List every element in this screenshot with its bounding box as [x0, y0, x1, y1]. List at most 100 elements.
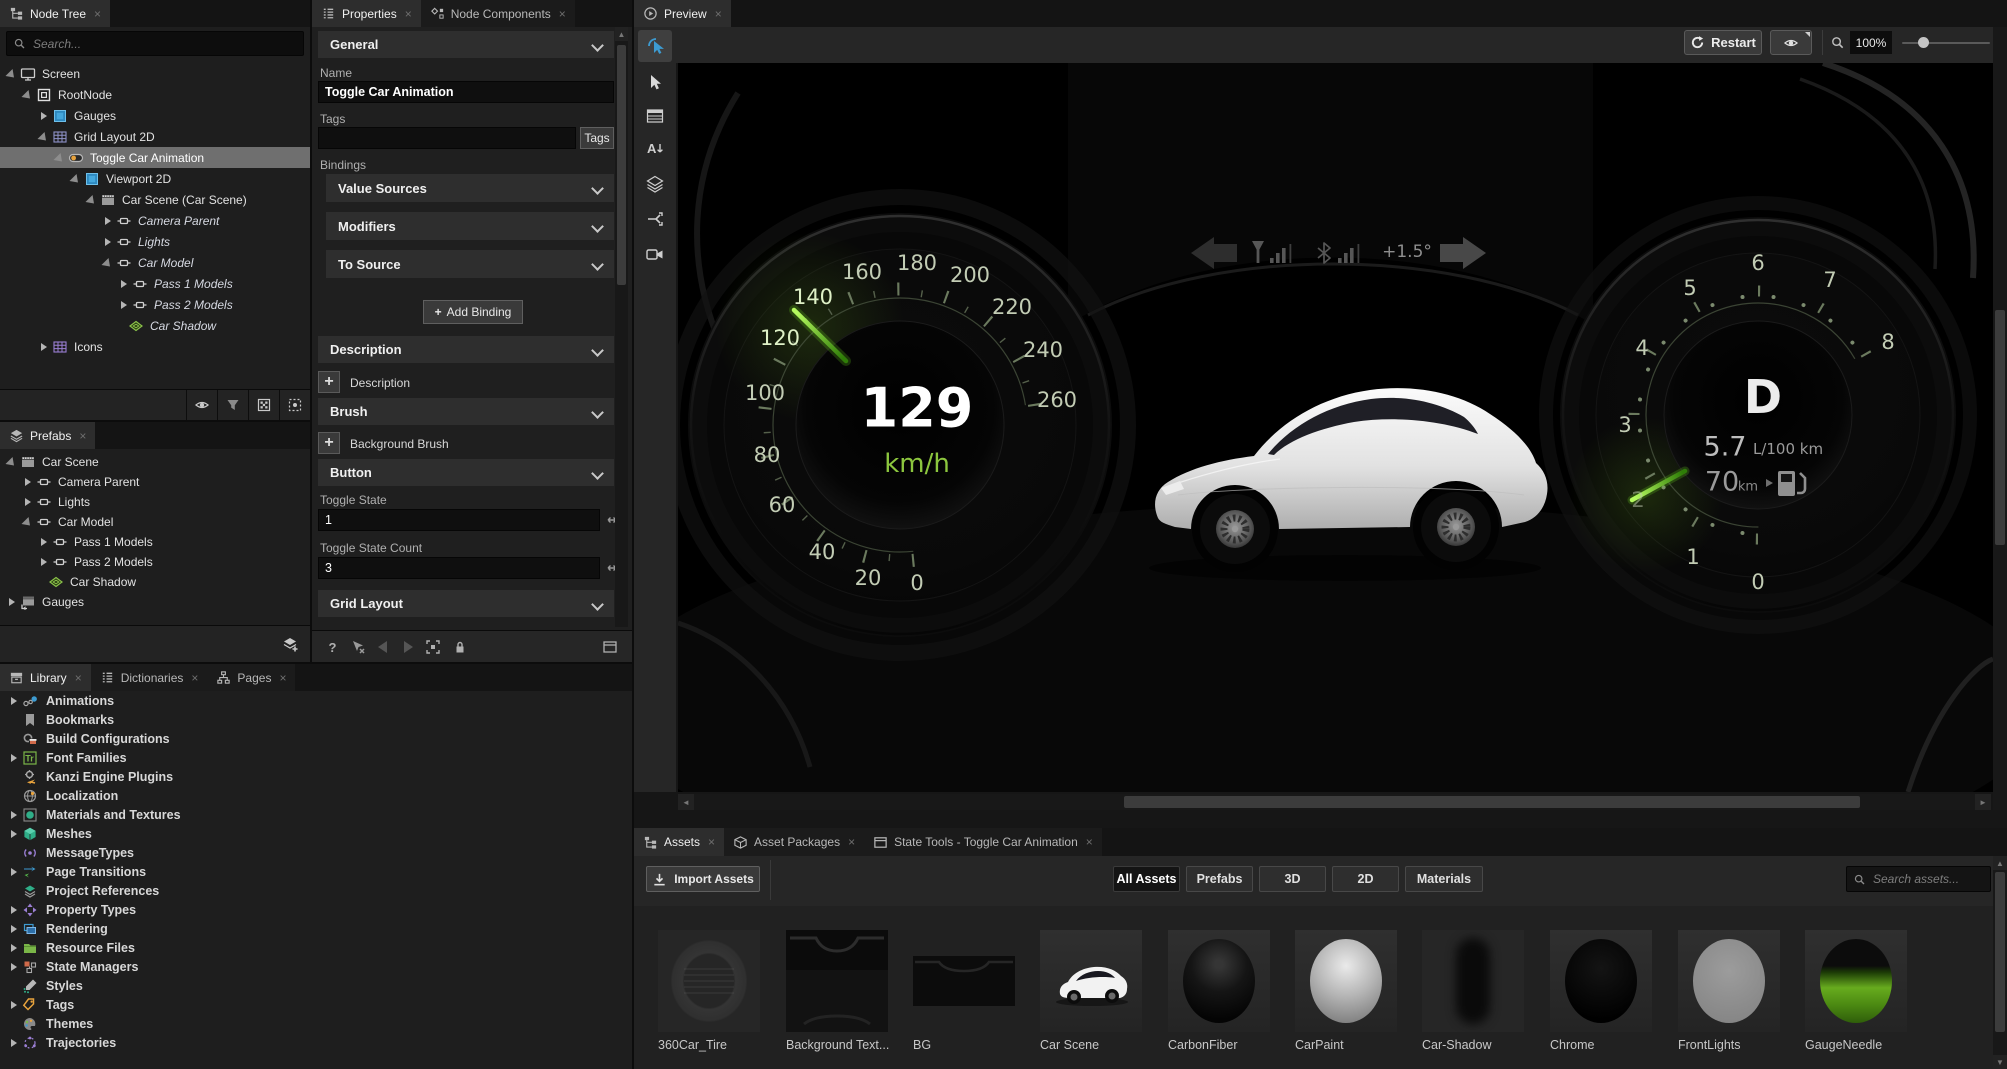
expander-icon[interactable] — [8, 752, 20, 764]
scroll-up-arrow[interactable]: ▲ — [1993, 856, 2007, 870]
tab-state-tools[interactable]: State Tools - Toggle Car Animation — [864, 828, 1102, 856]
section-description[interactable]: Description — [318, 336, 614, 363]
toggle-state-field[interactable] — [318, 509, 600, 531]
expander-icon[interactable] — [38, 536, 50, 548]
tab-properties[interactable]: Properties — [312, 0, 421, 27]
prefab-row-car-scene[interactable]: Car Scene — [0, 452, 310, 472]
asset-thumb-carbonfiber[interactable] — [1168, 930, 1270, 1032]
assets-search-input[interactable] — [1871, 871, 1984, 887]
expander-icon[interactable] — [8, 866, 20, 878]
tab-node-components[interactable]: Node Components — [421, 0, 575, 27]
tree-row-gauges[interactable]: Gauges — [0, 105, 310, 126]
expander-icon[interactable] — [8, 999, 20, 1011]
show-hide-button[interactable] — [186, 390, 217, 420]
expander-icon[interactable] — [8, 904, 20, 916]
section-button[interactable]: Button — [318, 459, 614, 486]
zoom-slider[interactable] — [1902, 42, 1990, 44]
scroll-left-arrow[interactable]: ◄ — [678, 794, 694, 810]
library-row-resource-files[interactable]: Resource Files — [0, 938, 632, 957]
interact-tool-button[interactable] — [638, 30, 672, 62]
scrollbar-thumb[interactable] — [1124, 796, 1860, 808]
expander-icon[interactable] — [6, 456, 18, 468]
close-icon[interactable] — [75, 672, 82, 684]
name-field[interactable] — [318, 81, 614, 103]
expander-icon[interactable] — [38, 110, 50, 122]
asset-thumb-gaugeneedle[interactable] — [1805, 930, 1907, 1032]
camera-tool-button[interactable] — [638, 238, 672, 270]
search-input[interactable] — [31, 36, 297, 52]
zoom-value[interactable]: 100% — [1850, 31, 1892, 54]
asset-thumb-chrome[interactable] — [1550, 930, 1652, 1032]
tree-row-icons[interactable]: Icons — [0, 336, 310, 357]
import-assets-button[interactable]: Import Assets — [646, 866, 760, 892]
visibility-button[interactable] — [1770, 30, 1812, 55]
scroll-up-arrow[interactable]: ▲ — [615, 27, 628, 41]
back-icon[interactable] — [378, 641, 387, 653]
tab-dictionaries[interactable]: Dictionaries — [91, 664, 208, 691]
assets-scrollbar[interactable]: ▲ ▼ — [1993, 856, 2007, 1069]
panel-options-icon[interactable] — [602, 639, 618, 655]
restart-button[interactable]: Restart — [1684, 30, 1762, 55]
asset-thumb-car-shadow[interactable] — [1422, 930, 1524, 1032]
asset-thumb-bg[interactable] — [913, 956, 1015, 1006]
preview-hscrollbar[interactable]: ◄ ► — [678, 794, 1991, 810]
expander-icon[interactable] — [22, 516, 34, 528]
expander-icon[interactable] — [8, 942, 20, 954]
expander-icon[interactable] — [8, 961, 20, 973]
close-icon[interactable] — [405, 8, 412, 20]
split-tool-button[interactable] — [638, 203, 672, 235]
node-tree-search[interactable] — [6, 31, 304, 56]
tree-row-car-model[interactable]: Car Model — [0, 252, 310, 273]
add-description-button[interactable] — [318, 371, 340, 393]
assets-search[interactable] — [1846, 866, 1991, 892]
filter-materials[interactable]: Materials — [1405, 866, 1483, 892]
checker-button[interactable] — [248, 390, 279, 420]
expander-icon[interactable] — [8, 1037, 20, 1049]
tree-row-viewport-2d[interactable]: Viewport 2D — [0, 168, 310, 189]
zoom-icon[interactable] — [1830, 35, 1845, 50]
layers-tool-button[interactable] — [638, 168, 672, 200]
preview-canvas[interactable]: 0 20 40 60 80 100 120 140 160 180 200 22… — [678, 63, 1993, 792]
library-row-animations[interactable]: Animations — [0, 691, 632, 710]
text-tool-button[interactable] — [638, 133, 672, 165]
tab-prefabs[interactable]: Prefabs — [0, 422, 95, 449]
select-tool-button[interactable] — [638, 67, 672, 99]
expander-icon[interactable] — [118, 299, 130, 311]
grid-tool-button[interactable] — [638, 100, 672, 132]
tree-row-pass-2-models[interactable]: Pass 2 Models — [0, 294, 310, 315]
filter-button[interactable] — [217, 390, 248, 420]
section-modifiers[interactable]: Modifiers — [326, 212, 614, 240]
library-row-project-references[interactable]: Project References — [0, 881, 632, 900]
tab-pages[interactable]: Pages — [207, 664, 295, 691]
forward-icon[interactable] — [404, 641, 413, 653]
library-row-tags[interactable]: Tags — [0, 995, 632, 1014]
tree-row-grid-layout[interactable]: Grid Layout 2D — [0, 126, 310, 147]
expander-icon[interactable] — [8, 923, 20, 935]
library-row-build-configurations[interactable]: Build Configurations — [0, 729, 632, 748]
scroll-down-arrow[interactable]: ▼ — [1993, 1055, 2007, 1069]
library-row-styles[interactable]: Styles — [0, 976, 632, 995]
expander-icon[interactable] — [70, 173, 82, 185]
prefab-row-lights[interactable]: Lights — [0, 492, 310, 512]
clear-binding-icon[interactable] — [350, 639, 366, 655]
asset-thumb-car-scene[interactable] — [1040, 930, 1142, 1032]
close-icon[interactable] — [708, 836, 715, 848]
select-in-tree-icon[interactable] — [425, 639, 441, 655]
section-value-sources[interactable]: Value Sources — [326, 174, 614, 202]
expander-icon[interactable] — [54, 152, 66, 164]
tab-preview[interactable]: Preview — [634, 0, 731, 27]
library-row-page-transitions[interactable]: Page Transitions — [0, 862, 632, 881]
library-row-messagetypes[interactable]: MessageTypes — [0, 843, 632, 862]
filter-prefabs[interactable]: Prefabs — [1186, 866, 1253, 892]
library-row-rendering[interactable]: Rendering — [0, 919, 632, 938]
expander-icon[interactable] — [102, 236, 114, 248]
filter-3d[interactable]: 3D — [1259, 866, 1326, 892]
close-icon[interactable] — [94, 8, 101, 20]
expander-icon[interactable] — [6, 68, 18, 80]
expander-icon[interactable] — [8, 695, 20, 707]
isolate-button[interactable] — [279, 390, 310, 420]
close-icon[interactable] — [848, 836, 855, 848]
expander-icon[interactable] — [22, 89, 34, 101]
toggle-state-count-field[interactable] — [318, 557, 600, 579]
preview-vscrollbar[interactable] — [1993, 27, 2007, 810]
